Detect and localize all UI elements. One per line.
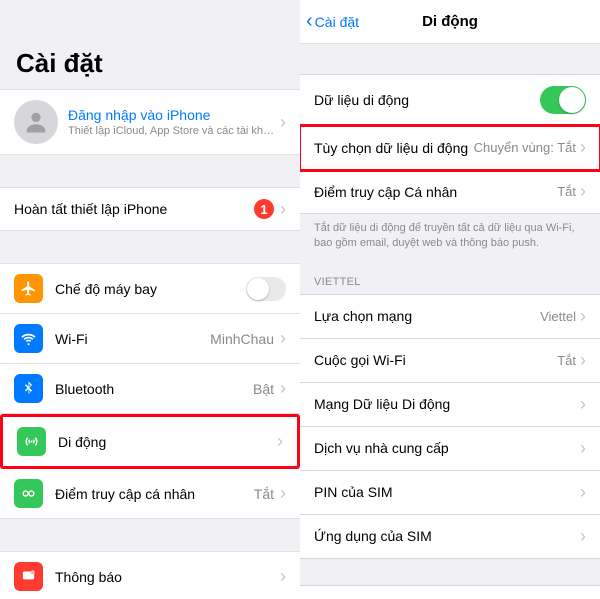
hotspot-icon [14, 479, 43, 508]
chevron-right-icon: › [277, 431, 283, 452]
cellular-data-options-label: Tùy chọn dữ liệu di động [314, 140, 474, 156]
chevron-right-icon: › [280, 566, 286, 587]
notifications-icon [14, 562, 43, 591]
cellular-data-network-row[interactable]: Mạng Dữ liệu Di động › [300, 383, 600, 427]
chevron-right-icon: › [580, 181, 586, 202]
cellular-row[interactable]: Di động › [0, 414, 300, 469]
wifi-calling-row[interactable]: Cuộc gọi Wi-Fi Tắt › [300, 339, 600, 383]
chevron-right-icon: › [580, 306, 586, 327]
chevron-right-icon: › [580, 526, 586, 547]
chevron-right-icon: › [280, 378, 286, 399]
cellular-data-label: Dữ liệu di động [314, 92, 540, 108]
personal-hotspot-value: Tắt [557, 184, 576, 199]
chevron-right-icon: › [280, 112, 286, 133]
hotspot-row[interactable]: Điểm truy cập cá nhân Tắt › [0, 469, 300, 519]
sim-applications-row[interactable]: Ứng dụng của SIM › [300, 515, 600, 559]
chevron-right-icon: › [580, 137, 586, 158]
notifications-label: Thông báo [55, 569, 280, 585]
wifi-value: MinhChau [210, 331, 274, 347]
carrier-section-header: VIETTEL [300, 258, 600, 294]
wifi-calling-value: Tắt [557, 353, 576, 368]
cellular-data-options-row[interactable]: Tùy chọn dữ liệu di động Chuyển vùng: Tắ… [300, 126, 600, 170]
network-selection-value: Viettel [540, 309, 576, 324]
wifi-label: Wi-Fi [55, 331, 210, 347]
settings-screen: Cài đặt Đăng nhập vào iPhone Thiết lập i… [0, 0, 300, 599]
personal-hotspot-row[interactable]: Điểm truy cập Cá nhân Tắt › [300, 170, 600, 214]
chevron-right-icon: › [580, 350, 586, 371]
cellular-icon [17, 427, 46, 456]
chevron-right-icon: › [580, 482, 586, 503]
hotspot-value: Tắt [254, 486, 274, 502]
network-selection-label: Lựa chọn mạng [314, 308, 540, 324]
nav-bar: ‹ Cài đặt Di động [300, 0, 600, 44]
sign-in-subtitle: Thiết lập iCloud, App Store và các tài k… [68, 125, 280, 137]
add-cellular-plan-row[interactable]: Thêm gói cước di động [300, 585, 600, 599]
network-selection-row[interactable]: Lựa chọn mạng Viettel › [300, 294, 600, 339]
sim-pin-label: PIN của SIM [314, 484, 580, 500]
carrier-services-label: Dịch vụ nhà cung cấp [314, 440, 580, 456]
cellular-footer-text: Tắt dữ liệu di động để truyền tất cả dữ … [300, 214, 600, 258]
notification-badge: 1 [254, 199, 274, 219]
cellular-label: Di động [58, 434, 277, 450]
finish-setup-label: Hoàn tất thiết lập iPhone [14, 201, 254, 217]
chevron-right-icon: › [580, 394, 586, 415]
bluetooth-icon [14, 374, 43, 403]
bluetooth-label: Bluetooth [55, 381, 253, 397]
cellular-data-network-label: Mạng Dữ liệu Di động [314, 396, 580, 412]
wifi-icon [14, 324, 43, 353]
wifi-calling-label: Cuộc gọi Wi-Fi [314, 352, 557, 368]
page-title: Cài đặt [0, 0, 300, 89]
bluetooth-row[interactable]: Bluetooth Bật › [0, 364, 300, 414]
cellular-data-toggle[interactable] [540, 86, 586, 114]
airplane-icon [14, 274, 43, 303]
back-button[interactable]: ‹ Cài đặt [306, 10, 359, 33]
bluetooth-value: Bật [253, 381, 274, 397]
airplane-mode-row[interactable]: Chế độ máy bay [0, 263, 300, 314]
cellular-detail-screen: ‹ Cài đặt Di động Dữ liệu di động Tùy ch… [300, 0, 600, 599]
sim-pin-row[interactable]: PIN của SIM › [300, 471, 600, 515]
sim-applications-label: Ứng dụng của SIM [314, 528, 580, 544]
chevron-right-icon: › [580, 438, 586, 459]
notifications-row[interactable]: Thông báo › [0, 551, 300, 599]
chevron-right-icon: › [280, 199, 286, 220]
chevron-left-icon: ‹ [306, 10, 313, 33]
nav-title: Di động [422, 13, 478, 30]
airplane-label: Chế độ máy bay [55, 281, 246, 297]
hotspot-label: Điểm truy cập cá nhân [55, 486, 254, 502]
chevron-right-icon: › [280, 328, 286, 349]
cellular-data-row[interactable]: Dữ liệu di động [300, 74, 600, 126]
carrier-services-row[interactable]: Dịch vụ nhà cung cấp › [300, 427, 600, 471]
back-label: Cài đặt [315, 14, 359, 30]
personal-hotspot-label: Điểm truy cập Cá nhân [314, 184, 557, 200]
wifi-row[interactable]: Wi-Fi MinhChau › [0, 314, 300, 364]
sign-in-row[interactable]: Đăng nhập vào iPhone Thiết lập iCloud, A… [0, 89, 300, 155]
avatar-icon [14, 100, 58, 144]
chevron-right-icon: › [280, 483, 286, 504]
finish-setup-row[interactable]: Hoàn tất thiết lập iPhone 1 › [0, 187, 300, 231]
cellular-data-options-value: Chuyển vùng: Tắt [474, 140, 576, 155]
airplane-toggle[interactable] [246, 277, 286, 301]
sign-in-title: Đăng nhập vào iPhone [68, 107, 280, 123]
